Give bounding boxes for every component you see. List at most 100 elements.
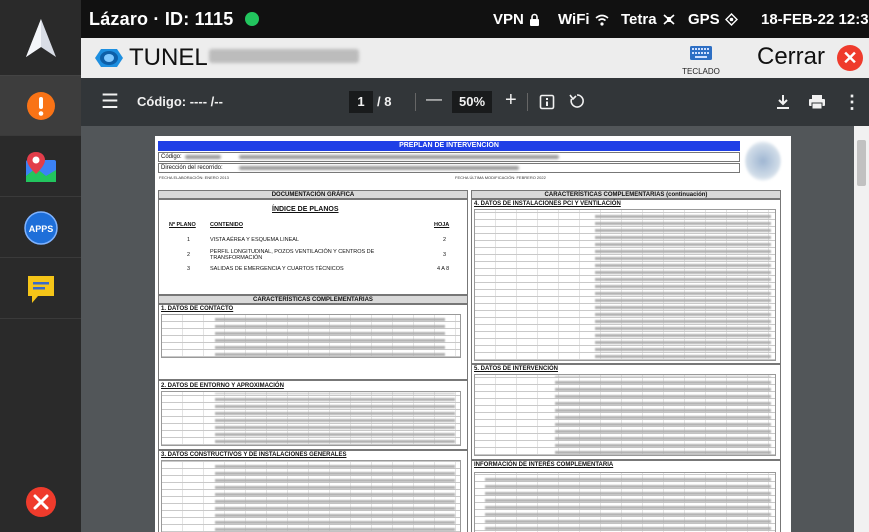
index-box [158, 199, 468, 295]
chat-icon [27, 275, 54, 303]
modification-date: FECHA ÚLTIMA MODIFICACIÓN: FEBRERO 2022 [455, 175, 546, 180]
map-pin-icon [25, 151, 56, 182]
download-icon [777, 95, 789, 109]
more-options-button[interactable]: ⋮ [843, 90, 861, 114]
route-row: Dirección del recorrido: [158, 163, 740, 173]
page-number-input[interactable]: 1 [349, 91, 373, 113]
redacted-text [215, 462, 455, 532]
app-header: TUNEL TECLADO Cerrar ✕ [81, 38, 869, 78]
tunnel-logo-icon [95, 49, 123, 67]
index-row-sheet: 4 A 8 [437, 266, 450, 272]
section-interest: INFORMACIÓN DE INTERÉS COMPLEMENTARIA [474, 462, 614, 468]
vertical-scrollbar[interactable] [854, 126, 869, 532]
index-header-sheet: HOJA [434, 222, 450, 228]
operator-id: Lázaro · ID: 1115 [89, 9, 234, 29]
section-contact: 1. DATOS DE CONTACTO [161, 306, 234, 312]
index-header-content: CONTENIDO [210, 222, 243, 228]
scroll-thumb[interactable] [857, 140, 866, 186]
app-root: APPS Lázaro · ID: 1115 VPN WiFi Tetra GP… [0, 0, 869, 532]
arrow-logo-icon [25, 18, 56, 57]
document-title: Código: ---- /-- [137, 94, 223, 109]
online-indicator [245, 12, 259, 26]
download-button[interactable] [775, 92, 791, 116]
index-row-number: 2 [187, 252, 191, 258]
app-logo[interactable] [0, 0, 81, 75]
gps-label: GPS [688, 11, 720, 28]
pdf-viewport[interactable]: PREPLAN DE INTERVENCIÓN Código: Direcció… [81, 126, 854, 532]
keyboard-icon [690, 46, 712, 60]
rotate-button[interactable] [568, 92, 586, 116]
exit-button[interactable] [0, 472, 81, 532]
gps-status: GPS [688, 11, 738, 28]
redacted-text [555, 376, 771, 454]
index-row-content: SALIDAS DE EMERGENCIA Y CUARTOS TÉCNICOS [210, 266, 344, 272]
wifi-status: WiFi [558, 11, 609, 28]
sidebar-item-alert[interactable] [0, 76, 81, 136]
index-header-number: Nº PLANO [169, 222, 196, 228]
toolbar-divider [415, 93, 416, 111]
close-button[interactable]: ✕ [837, 45, 863, 71]
rotate-icon [569, 94, 584, 108]
radio-icon [663, 14, 675, 25]
gps-icon [724, 13, 738, 26]
print-icon [809, 95, 825, 110]
index-row-number: 3 [187, 266, 191, 272]
graphic-docs-header: DOCUMENTACIÓN GRÁFICA [158, 190, 468, 199]
sidebar-item-messages[interactable] [0, 259, 81, 319]
index-row-sheet: 3 [443, 252, 447, 258]
tunnel-name-redacted [209, 49, 359, 63]
section-intervention: 5. DATOS DE INTERVENCIÓN [474, 366, 559, 372]
redacted-text [215, 316, 445, 356]
elaboration-date: FECHA ELABORACIÓN: ENERO 2013 [159, 175, 229, 180]
tetra-label: Tetra [621, 11, 657, 28]
pdf-page: PREPLAN DE INTERVENCIÓN Código: Direcció… [155, 136, 791, 532]
code-row: Código: [158, 152, 740, 162]
close-label[interactable]: Cerrar [757, 43, 825, 71]
redacted-text [239, 155, 559, 159]
exclamation-icon [26, 91, 55, 120]
route-label: Dirección del recorrido: [161, 165, 223, 171]
lock-icon [529, 13, 539, 26]
zoom-out-button[interactable]: — [426, 88, 442, 112]
keyboard-button[interactable]: TECLADO [677, 46, 725, 76]
index-row-content: VISTA AÉREA Y ESQUEMA LINEAL [210, 237, 299, 243]
complementary-continued-header: CARACTERÍSTICAS COMPLEMENTARIAS (continu… [471, 190, 781, 199]
keyboard-label: TECLADO [682, 67, 720, 76]
section-environment: 2. DATOS DE ENTORNO Y APROXIMACIÓN [161, 383, 284, 389]
zoom-input[interactable]: 50% [452, 91, 492, 113]
menu-icon[interactable]: ☰ [101, 92, 119, 112]
sidebar: APPS [0, 0, 81, 532]
fit-page-button[interactable] [539, 92, 555, 116]
institution-seal [745, 141, 781, 181]
sidebar-item-apps[interactable]: APPS [0, 198, 81, 258]
vpn-label: VPN [493, 11, 524, 28]
status-bar: Lázaro · ID: 1115 VPN WiFi Tetra GPS 18-… [81, 0, 869, 38]
vpn-status: VPN [493, 11, 540, 28]
section-pci: 4. DATOS DE INSTALACIONES PCI Y VENTILAC… [474, 201, 621, 207]
wifi-label: WiFi [558, 11, 590, 28]
fit-page-icon [539, 94, 555, 110]
index-row-number: 1 [187, 237, 191, 243]
page-total: / 8 [377, 94, 392, 109]
section-construction: 3. DATOS CONSTRUCTIVOS Y DE INSTALACIONE… [161, 452, 347, 458]
sidebar-item-map[interactable] [0, 137, 81, 197]
datetime: 18-FEB-22 12:37 [761, 11, 869, 28]
tetra-status: Tetra [621, 11, 676, 28]
code-label: Código: [161, 154, 182, 160]
redacted-text [215, 393, 455, 443]
index-row-content: PERFIL LONGITUDINAL, POZOS VENTILACIÓN Y… [210, 249, 375, 261]
redacted-text [239, 166, 519, 170]
redacted-text [185, 155, 221, 159]
wifi-icon [595, 14, 609, 26]
close-icon [25, 487, 56, 517]
pdf-toolbar: ☰ Código: ---- /-- 1 / 8 — 50% + ⋮ [81, 78, 869, 126]
redacted-text [595, 212, 771, 358]
print-button[interactable] [808, 92, 826, 116]
index-row-sheet: 2 [443, 237, 447, 243]
apps-icon: APPS [23, 210, 58, 245]
redacted-text [485, 476, 771, 532]
app-title: TUNEL [129, 44, 208, 71]
apps-label: APPS [28, 224, 53, 234]
zoom-in-button[interactable]: + [505, 88, 517, 112]
complementary-header: CARACTERÍSTICAS COMPLEMENTARIAS [158, 295, 468, 304]
